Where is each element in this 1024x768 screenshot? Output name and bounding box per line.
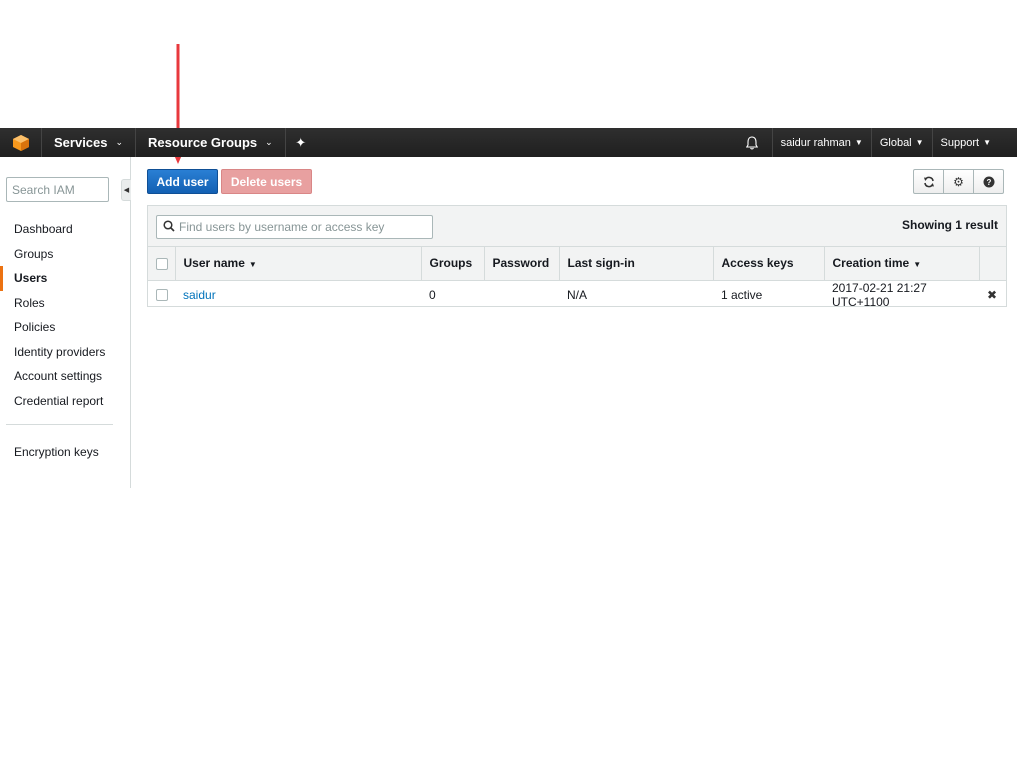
close-icon[interactable]: ✖ [987,288,997,302]
delete-users-button[interactable]: Delete users [221,169,312,194]
select-all-cell [148,247,176,281]
services-label: Services [54,135,108,150]
sidebar-item-encryption-keys[interactable]: Encryption keys [0,440,99,464]
cell-last-sign-in: N/A [567,287,588,302]
chevron-down-icon: ▼ [983,138,991,147]
row-checkbox[interactable] [156,289,168,302]
sort-down-icon: ▼ [248,260,257,270]
region-menu[interactable]: Global ▼ [872,128,933,157]
user-name-label: saidur rahman [780,136,851,149]
add-user-button[interactable]: Add user [147,169,218,194]
refresh-icon [923,176,934,187]
column-password[interactable]: Password [484,247,560,281]
top-navigation-bar: Services ⌄ Resource Groups ⌄ ✦ saidur ra… [0,128,1017,157]
support-label: Support [940,136,980,149]
sidebar-nav: Dashboard Groups Users Roles Policies Id… [0,217,130,413]
support-menu[interactable]: Support ▼ [933,128,1017,157]
search-icon [163,219,175,235]
table-header-row: User name ▼ Groups Password Last sign-in … [148,247,1006,281]
sidebar-item-credential-report[interactable]: Credential report [0,389,130,414]
settings-button[interactable]: ⚙ [943,169,974,194]
cell-user-name: saidur [175,280,421,309]
toolbar-icon-group: ⚙ ? [913,169,1004,194]
column-actions [979,247,1006,281]
table-row[interactable]: saidur 0 N/A 1 active 2017-02-21 21:27 U… [148,280,1006,309]
help-button[interactable]: ? [973,169,1004,194]
find-users-field[interactable] [156,215,433,239]
sort-down-icon: ▼ [913,260,922,270]
chevron-down-icon: ▼ [915,138,924,147]
chevron-down-icon: ⌄ [265,137,273,147]
region-label: Global [879,136,912,149]
pin-icon[interactable]: ✦ [286,135,316,151]
column-creation-time-label: Creation time [832,256,910,271]
cell-delete: ✖ [979,280,1006,309]
column-access-keys[interactable]: Access keys [713,247,825,281]
cell-password [484,280,559,309]
resource-groups-label: Resource Groups [148,135,258,150]
collapse-sidebar-icon[interactable]: ◀ [121,179,131,201]
sidebar-item-groups[interactable]: Groups [0,242,130,267]
column-password-label: Password [492,256,550,271]
column-last-sign-in-label: Last sign-in [567,256,635,271]
svg-text:?: ? [986,178,991,187]
table-header-bar: Showing 1 result [148,206,1006,247]
column-groups-label: Groups [429,256,473,271]
row-select-cell [148,280,175,309]
cell-groups: 0 [429,287,436,302]
help-icon: ? [983,176,994,187]
gear-icon: ⚙ [953,174,964,189]
refresh-button[interactable] [913,169,944,194]
find-users-input[interactable] [179,220,419,234]
sidebar-item-policies[interactable]: Policies [0,315,130,340]
aws-logo[interactable] [0,128,42,157]
column-user-name-label: User name [183,256,245,271]
cell-creation-time: 2017-02-21 21:27 UTC+1100 [832,280,927,309]
sidebar-item-dashboard[interactable]: Dashboard [0,217,130,242]
select-all-checkbox[interactable] [156,258,168,271]
sidebar: ◀ Dashboard Groups Users Roles Policies … [0,157,131,488]
user-link[interactable]: saidur [183,288,216,302]
column-user-name[interactable]: User name ▼ [175,247,422,281]
sidebar-item-account-settings[interactable]: Account settings [0,364,130,389]
result-count: Showing 1 result [901,218,998,232]
user-menu[interactable]: saidur rahman ▼ [773,128,872,157]
sidebar-secondary-nav: Encryption keys [0,440,99,464]
chevron-down-icon: ⌄ [115,137,124,147]
column-creation-time[interactable]: Creation time ▼ [824,247,980,281]
column-last-sign-in[interactable]: Last sign-in [559,247,714,281]
chevron-down-icon: ▼ [854,138,863,147]
sidebar-divider [6,424,113,425]
sidebar-item-users[interactable]: Users [0,266,130,291]
aws-cube-icon [12,134,29,151]
users-table: User name ▼ Groups Password Last sign-in … [148,247,1006,309]
cell-access-keys: 1 active [721,287,763,302]
bell-icon[interactable] [733,128,773,157]
column-groups[interactable]: Groups [421,247,485,281]
resource-groups-menu[interactable]: Resource Groups ⌄ [136,128,286,157]
users-table-panel: Showing 1 result User name▼ Groups Passw… [147,205,1007,309]
column-access-keys-label: Access keys [721,256,794,271]
search-iam-input[interactable] [6,177,109,202]
sidebar-item-roles[interactable]: Roles [0,291,130,316]
sidebar-item-identity-providers[interactable]: Identity providers [0,340,130,365]
services-menu[interactable]: Services ⌄ [42,128,137,157]
